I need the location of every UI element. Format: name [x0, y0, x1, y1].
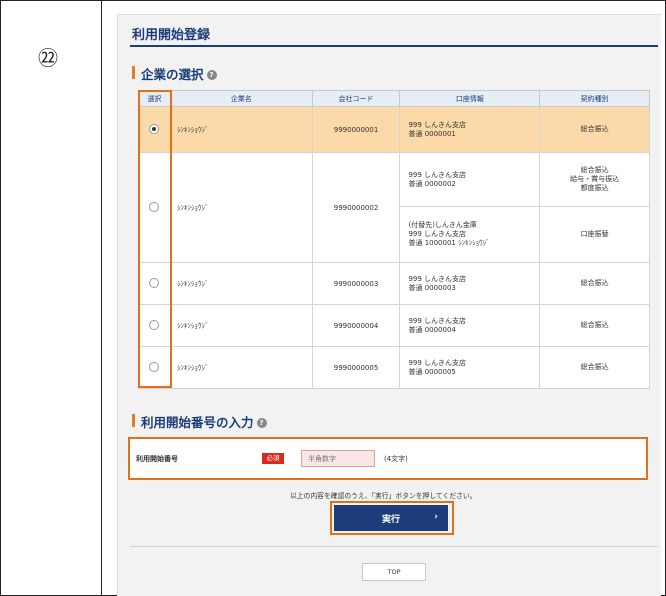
company-name-cell: ｼﾝｷﾝｼｮｳｼﾞ — [169, 262, 313, 305]
confirm-instruction: 以上の内容を確認のうえ、「実行」ボタンを押してください。 — [290, 492, 477, 500]
company-name-cell: ｼﾝｷﾝｼｮｳｼﾞ — [169, 346, 313, 389]
section-heading-company: 企業の選択? — [132, 64, 217, 83]
contract-type-cell: 口座振替 — [539, 206, 650, 263]
contract-type-cell: 総合振込 — [539, 262, 650, 305]
header-company-code: 会社コード — [311, 90, 401, 107]
required-badge: 必須 — [262, 453, 284, 464]
table-row[interactable]: ｼﾝｷﾝｼｮｳｼﾞ 9990000004 999 しんきん支店 普通 000000… — [138, 304, 650, 347]
column-divider — [101, 0, 102, 596]
radio-button[interactable] — [149, 361, 160, 372]
account-info-cell: 999 しんきん支店 普通 0000005 — [399, 346, 541, 389]
code-field-label: 利用開始番号 — [136, 455, 178, 463]
radio-button[interactable] — [149, 201, 160, 212]
header-select: 選択 — [138, 90, 171, 107]
account-info-cell: 999 しんきん支店 普通 0000002 — [399, 152, 541, 207]
code-field-note: (4文字) — [384, 455, 408, 463]
table-row[interactable]: ｼﾝｷﾝｼｮｳｼﾞ 9990000001 999 しんきん支店 普通 000000… — [138, 106, 650, 153]
contract-type-cell: 総合振込 給与・賞与振込 都度振込 — [539, 152, 650, 207]
table-row[interactable]: ｼﾝｷﾝｼｮｳｼﾞ 9990000002 999 しんきん支店 普通 000000… — [138, 152, 650, 263]
company-code-cell: 9990000001 — [311, 106, 401, 153]
header-company-name: 企業名 — [169, 90, 313, 107]
title-rule — [130, 45, 658, 47]
company-name-cell: ｼﾝｷﾝｼｮｳｼﾞ — [169, 106, 313, 153]
company-code-cell: 9990000002 — [311, 152, 401, 263]
header-contract-type: 契約種別 — [539, 90, 650, 107]
contract-type-cell: 総合振込 — [539, 304, 650, 347]
table-row[interactable]: ｼﾝｷﾝｼｮｳｼﾞ 9990000003 999 しんきん支店 普通 000000… — [138, 262, 650, 305]
contract-type-cell: 総合振込 — [539, 106, 650, 153]
section-accent-bar — [132, 66, 135, 79]
radio-button-selected[interactable] — [149, 123, 160, 134]
footer-divider — [130, 546, 658, 547]
company-code-cell: 9990000003 — [311, 262, 401, 305]
account-info-cell: 999 しんきん支店 普通 0000003 — [399, 262, 541, 305]
execute-button[interactable]: 実行 › — [334, 505, 448, 531]
table-header-row: 選択 企業名 会社コード 口座情報 契約種別 — [138, 90, 650, 107]
company-name-cell: ｼﾝｷﾝｼｮｳｼﾞ — [169, 152, 313, 263]
start-code-input[interactable] — [301, 450, 375, 467]
header-account-info: 口座情報 — [399, 90, 541, 107]
contract-type-cell: 総合振込 — [539, 346, 650, 389]
section-heading-company-text: 企業の選択 — [141, 67, 204, 82]
company-name-cell: ｼﾝｷﾝｼｮｳｼﾞ — [169, 304, 313, 347]
company-code-cell: 9990000005 — [311, 346, 401, 389]
radio-button[interactable] — [149, 277, 160, 288]
section-heading-code: 利用開始番号の入力? — [132, 412, 267, 431]
chevron-right-icon: › — [434, 512, 438, 522]
top-button[interactable]: TOP — [362, 563, 426, 581]
section-accent-bar — [132, 414, 135, 427]
section-heading-code-text: 利用開始番号の入力 — [141, 415, 254, 430]
help-icon[interactable]: ? — [256, 418, 267, 428]
radio-button[interactable] — [149, 319, 160, 330]
account-info-cell: (付替先)しんきん金庫 999 しんきん支店 普通 1000001 ｼﾝｷﾝｼｮｳｼ… — [399, 206, 541, 263]
company-code-cell: 9990000004 — [311, 304, 401, 347]
account-info-cell: 999 しんきん支店 普通 0000001 — [399, 106, 541, 153]
page-title: 利用開始登録 — [132, 28, 211, 43]
step-number: ㉒ — [38, 46, 58, 70]
table-row[interactable]: ｼﾝｷﾝｼｮｳｼﾞ 9990000005 999 しんきん支店 普通 000000… — [138, 346, 650, 389]
execute-button-label: 実行 — [381, 515, 400, 525]
help-icon[interactable]: ? — [206, 70, 217, 80]
account-info-cell: 999 しんきん支店 普通 0000004 — [399, 304, 541, 347]
company-table: 選択 企業名 会社コード 口座情報 契約種別 ｼﾝｷﾝｼｮｳｼﾞ 9990000… — [138, 90, 650, 389]
